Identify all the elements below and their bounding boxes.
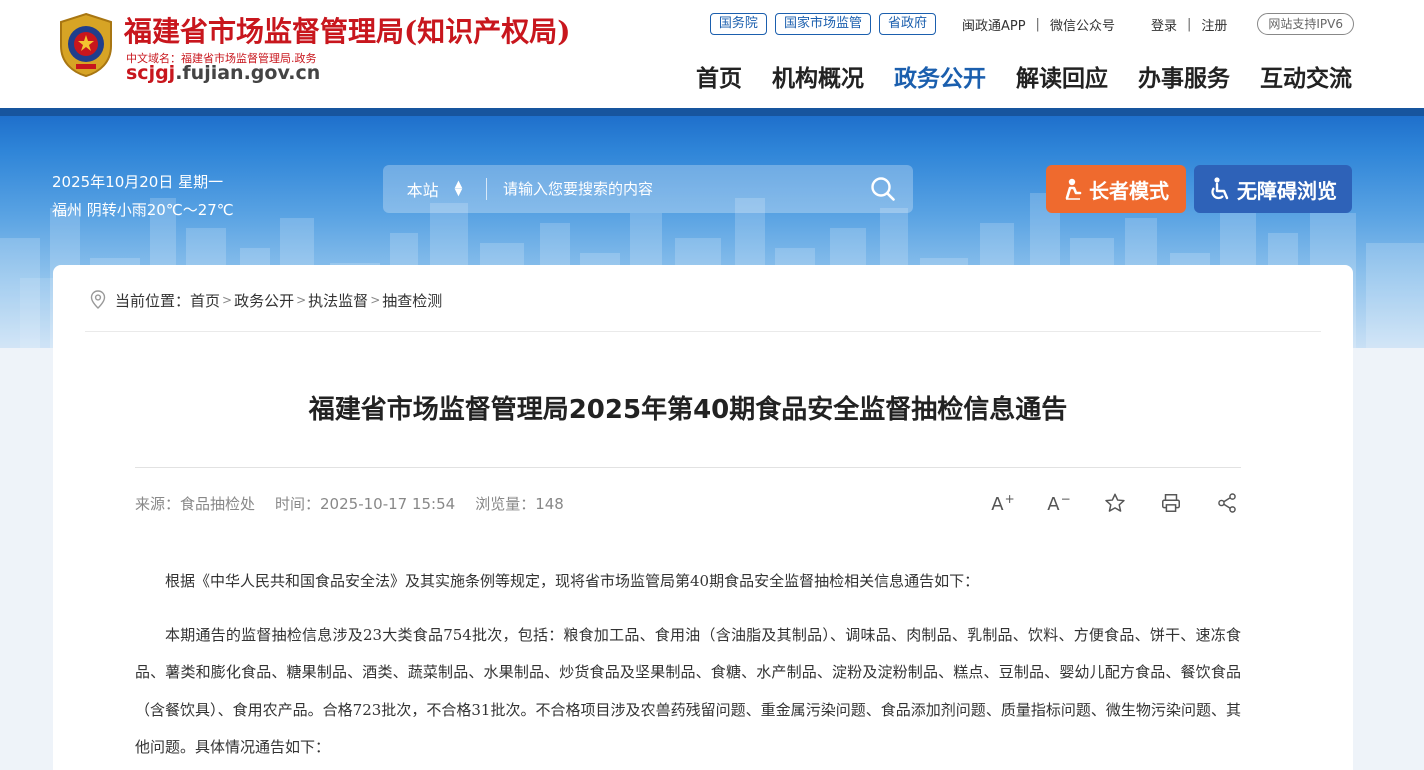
article-tools: A+ A− [961,489,1241,517]
current-date: 2025年10月20日 星期一 [52,173,224,191]
share-button[interactable] [1213,489,1241,517]
search-scope-label: 本站 [406,181,439,200]
content-card: 当前位置： 首页 > 政务公开 > 执法监督 > 抽查检测 福建省市场监督管理局… [53,265,1353,770]
font-increase-button[interactable]: A+ [989,489,1017,517]
print-button[interactable] [1157,489,1185,517]
site-header: 福建省市场监督管理局(知识产权局) 中文域名：福建省市场监督管理局.政务 scj… [0,0,1424,108]
printer-icon [1162,494,1180,512]
national-emblem-logo[interactable] [56,12,116,78]
link-wechat[interactable]: 微信公众号 [1050,15,1115,34]
accessibility-label: 无障碍浏览 [1237,178,1337,203]
search-icon [871,177,895,201]
search-input[interactable] [487,180,853,198]
article-title: 福建省市场监督管理局2025年第40期食品安全监督抽检信息通告 [308,395,1068,425]
nav-home[interactable]: 首页 [696,62,742,96]
link-state-council[interactable]: 国务院 [709,13,767,35]
elder-mode-button[interactable]: 长者模式 [1046,165,1186,213]
chevron-right-icon: > [296,293,307,307]
link-login[interactable]: 登录 [1151,15,1177,34]
article-paragraph: 根据《中华人民共和国食品安全法》及其实施条例等规定，现将省市场监管局第40期食品… [165,572,980,590]
breadcrumb-inspection[interactable]: 抽查检测 [382,290,442,311]
separator: | [1035,16,1040,32]
breadcrumb-enforcement[interactable]: 执法监督 [308,290,368,311]
font-increase-icon: A+ [991,491,1015,515]
chevron-right-icon: > [222,293,233,307]
link-samr[interactable]: 国家市场监管 [774,13,871,35]
share-icon [1218,493,1236,513]
link-provincial-gov[interactable]: 省政府 [878,13,936,35]
weather: 福州 阴转小雨20℃～27℃ [52,201,234,219]
site-url: scjgj.fujian.gov.cn [126,62,320,84]
wheelchair-icon [1211,177,1229,200]
divider [85,331,1321,332]
font-decrease-icon: A− [1047,491,1071,515]
breadcrumb: 当前位置： 首页 > 政务公开 > 执法监督 > 抽查检测 [89,289,442,311]
elder-icon [1065,178,1082,200]
top-links: 国务院 国家市场监管 省政府 闽政通APP | 微信公众号 登录 | 注册 网站… [709,12,1354,36]
nav-interaction[interactable]: 互动交流 [1260,62,1352,96]
updown-arrow-icon: ▲ ▼ [454,179,463,198]
nav-services[interactable]: 办事服务 [1138,62,1230,96]
link-register[interactable]: 注册 [1201,15,1227,34]
search-scope-select[interactable]: 本站 ▲ ▼ [383,178,487,200]
star-icon [1105,493,1125,512]
site-url-rest: .fujian.gov.cn [175,62,321,84]
divider [135,467,1241,468]
search-button[interactable] [853,165,913,213]
breadcrumb-gov-affairs[interactable]: 政务公开 [234,290,294,311]
main-nav: 首页 机构概况 政务公开 解读回应 办事服务 互动交流 [666,62,1352,96]
font-decrease-button[interactable]: A− [1045,489,1073,517]
article-time: 时间：2025-10-17 15:54 [275,495,456,513]
favorite-button[interactable] [1101,489,1129,517]
article-source: 来源：食品抽检处 [135,495,256,513]
accessibility-button[interactable]: 无障碍浏览 [1194,165,1352,213]
article-views: 浏览量：148 [475,495,564,513]
location-pin-icon [90,290,106,309]
separator: | [1186,16,1192,32]
elder-mode-label: 长者模式 [1089,178,1169,203]
breadcrumb-label: 当前位置： [115,291,191,310]
chevron-right-icon: > [370,293,381,307]
search-box: 本站 ▲ ▼ [383,165,913,213]
site-title[interactable]: 福建省市场监督管理局(知识产权局) [124,10,571,50]
article-body: 根据《中华人民共和国食品安全法》及其实施条例等规定，现将省市场监管局第40期食品… [135,563,1241,770]
nav-interpretation[interactable]: 解读回应 [1016,62,1108,96]
nav-about[interactable]: 机构概况 [772,62,864,96]
ipv6-badge: 网站支持IPV6 [1257,13,1354,35]
breadcrumb-home[interactable]: 首页 [190,290,220,311]
article-meta: 来源：食品抽检处 时间：2025-10-17 15:54 浏览量：148 [135,493,584,514]
date-weather: 2025年10月20日 星期一 福州 阴转小雨20℃～27℃ [52,168,234,224]
article-paragraph: 本期通告的监督抽检信息涉及23大类食品754批次，包括：粮食加工品、食用油（含油… [135,625,1241,757]
site-url-prefix: scjgj [126,62,176,84]
link-app[interactable]: 闽政通APP [962,15,1026,34]
nav-gov-affairs[interactable]: 政务公开 [894,62,986,96]
banner-topline [0,108,1424,116]
